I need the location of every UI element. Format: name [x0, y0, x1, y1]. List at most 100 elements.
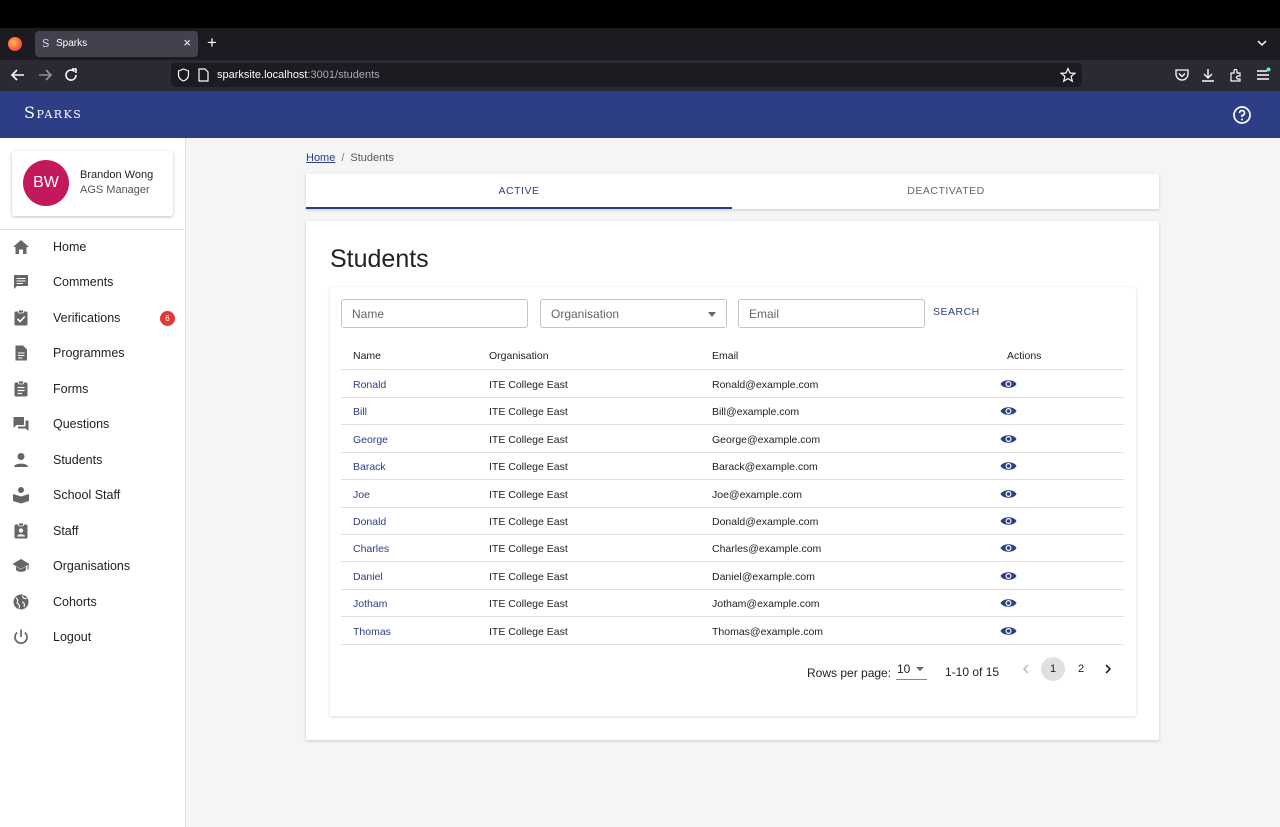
forward-arrow-icon[interactable] [36, 66, 54, 84]
student-email: Daniel@example.com [712, 570, 815, 583]
page-button-1[interactable]: 1 [1041, 657, 1065, 681]
view-eye-icon[interactable] [1000, 542, 1017, 554]
sidebar-item-programmes[interactable]: Programmes [0, 336, 185, 371]
student-name-link[interactable]: Donald [353, 516, 386, 528]
student-name-link[interactable]: Daniel [353, 571, 383, 583]
rows-per-page-label: Rows per page: [807, 666, 892, 680]
chevron-right-icon[interactable] [1101, 662, 1115, 676]
email-filter-input[interactable]: Email [738, 299, 925, 328]
sidebar-item-forms[interactable]: Forms [0, 372, 185, 407]
sidebar-item-verifications[interactable]: Verifications 6 [0, 301, 185, 336]
view-eye-icon[interactable] [1000, 515, 1017, 527]
email-filter-placeholder: Email [749, 307, 780, 321]
chevron-down-icon[interactable] [1255, 36, 1269, 50]
reload-icon[interactable] [62, 66, 80, 84]
page-icon [198, 68, 209, 82]
sidebar-item-label: Programmes [53, 346, 125, 360]
student-name-link[interactable]: Barack [353, 461, 386, 473]
sidebar-item-label: Students [53, 453, 103, 467]
student-email: Ronald@example.com [712, 379, 819, 391]
browser-tabstrip: S Sparks × + [0, 28, 1280, 60]
sidebar-item-school-staff[interactable]: School Staff [0, 478, 185, 513]
student-name-link[interactable]: Bill [353, 406, 367, 418]
firefox-icon[interactable] [8, 37, 22, 51]
notification-badge: 6 [160, 311, 175, 326]
tab-deactivated[interactable]: DEACTIVATED [733, 174, 1159, 209]
student-email: Thomas@example.com [712, 625, 824, 638]
sidebar-item-students[interactable]: Students [0, 443, 185, 478]
person-icon [14, 453, 28, 467]
url-text[interactable]: sparksite.localhost:3001/students [217, 69, 380, 81]
column-header-name[interactable]: Name [353, 350, 381, 362]
pagination: Rows per page: 10 1-10 of 15 1 2 [330, 657, 1136, 687]
view-eye-icon[interactable] [1000, 460, 1017, 472]
chevron-left-icon[interactable] [1019, 662, 1033, 676]
comment-icon [14, 275, 28, 289]
bookmark-star-icon[interactable] [1060, 67, 1076, 83]
column-header-email[interactable]: Email [712, 350, 738, 362]
rows-per-page-select[interactable]: 10 [896, 660, 927, 680]
os-top-bar [0, 0, 1280, 28]
browser-tab[interactable]: S Sparks × [35, 31, 198, 57]
browser-navbar: sparksite.localhost:3001/students [0, 60, 1280, 91]
student-name-link[interactable]: Jotham [353, 598, 387, 610]
page-title: Students [330, 245, 429, 273]
sidebar: BW Brandon Wong AGS Manager Home Comment… [0, 138, 186, 827]
student-name-link[interactable]: Joe [353, 489, 370, 501]
pocket-icon[interactable] [1174, 67, 1190, 83]
view-eye-icon[interactable] [1000, 625, 1017, 637]
sidebar-item-comments[interactable]: Comments [0, 265, 185, 300]
page-button-2[interactable]: 2 [1069, 657, 1093, 681]
student-name-link[interactable]: George [353, 434, 388, 446]
sidebar-item-logout[interactable]: Logout [0, 620, 185, 655]
organisation-filter-select[interactable]: Organisation [540, 299, 727, 328]
extensions-icon[interactable] [1228, 67, 1244, 83]
view-eye-icon[interactable] [1000, 597, 1017, 609]
student-organisation: ITE College East [489, 516, 568, 528]
profile-card[interactable]: BW Brandon Wong AGS Manager [12, 151, 173, 216]
table-header: Name Organisation Email Actions [341, 344, 1124, 370]
tab-close-icon[interactable]: × [183, 35, 191, 50]
student-name-link[interactable]: Ronald [353, 379, 386, 391]
view-eye-icon[interactable] [1000, 488, 1017, 500]
back-arrow-icon[interactable] [9, 66, 27, 84]
help-icon[interactable] [1232, 105, 1252, 125]
view-eye-icon[interactable] [1000, 378, 1017, 390]
sidebar-item-label: Home [53, 240, 87, 254]
sidebar-item-home[interactable]: Home [0, 230, 185, 265]
column-header-organisation[interactable]: Organisation [489, 350, 549, 362]
sidebar-item-cohorts[interactable]: Cohorts [0, 585, 185, 620]
organisation-filter-placeholder: Organisation [551, 307, 620, 321]
sidebar-item-label: Cohorts [53, 595, 97, 609]
students-panel: Students Name Organisation Email SEARCH … [306, 221, 1159, 740]
profile-role: AGS Manager [80, 184, 150, 196]
sidebar-item-questions[interactable]: Questions [0, 407, 185, 442]
download-icon[interactable] [1200, 67, 1216, 83]
sidebar-item-organisations[interactable]: Organisations [0, 549, 185, 584]
tab-active-label: ACTIVE [498, 185, 540, 197]
sidebar-item-staff[interactable]: Staff [0, 514, 185, 549]
name-filter-input[interactable]: Name [341, 299, 528, 328]
table-row: Donald ITE College East Donald@example.com [341, 508, 1124, 535]
new-tab-icon[interactable]: + [207, 33, 217, 53]
student-organisation: ITE College East [489, 379, 568, 391]
student-organisation: ITE College East [489, 488, 568, 501]
view-eye-icon[interactable] [1000, 433, 1017, 445]
view-eye-icon[interactable] [1000, 405, 1017, 417]
tab-active[interactable]: ACTIVE [306, 174, 732, 209]
app-header: Sparks [0, 91, 1280, 138]
table-row: Joe ITE College East Joe@example.com [341, 481, 1124, 508]
student-name-link[interactable]: Charles [353, 543, 389, 555]
search-button[interactable]: SEARCH [933, 306, 980, 318]
table-row: Charles ITE College East Charles@example.c… [341, 535, 1124, 563]
student-name-link[interactable]: Thomas [353, 626, 391, 638]
view-eye-icon[interactable] [1000, 570, 1017, 582]
student-email: Barack@example.com [712, 461, 818, 474]
shield-icon[interactable] [177, 68, 190, 82]
brand-logo[interactable]: Sparks [24, 103, 82, 122]
breadcrumb-home-link[interactable]: Home [306, 152, 335, 164]
student-organisation: ITE College East [489, 570, 568, 583]
url-bar[interactable]: sparksite.localhost:3001/students [171, 63, 1082, 87]
sidebar-item-label: Questions [53, 417, 110, 431]
menu-icon[interactable] [1255, 67, 1271, 83]
